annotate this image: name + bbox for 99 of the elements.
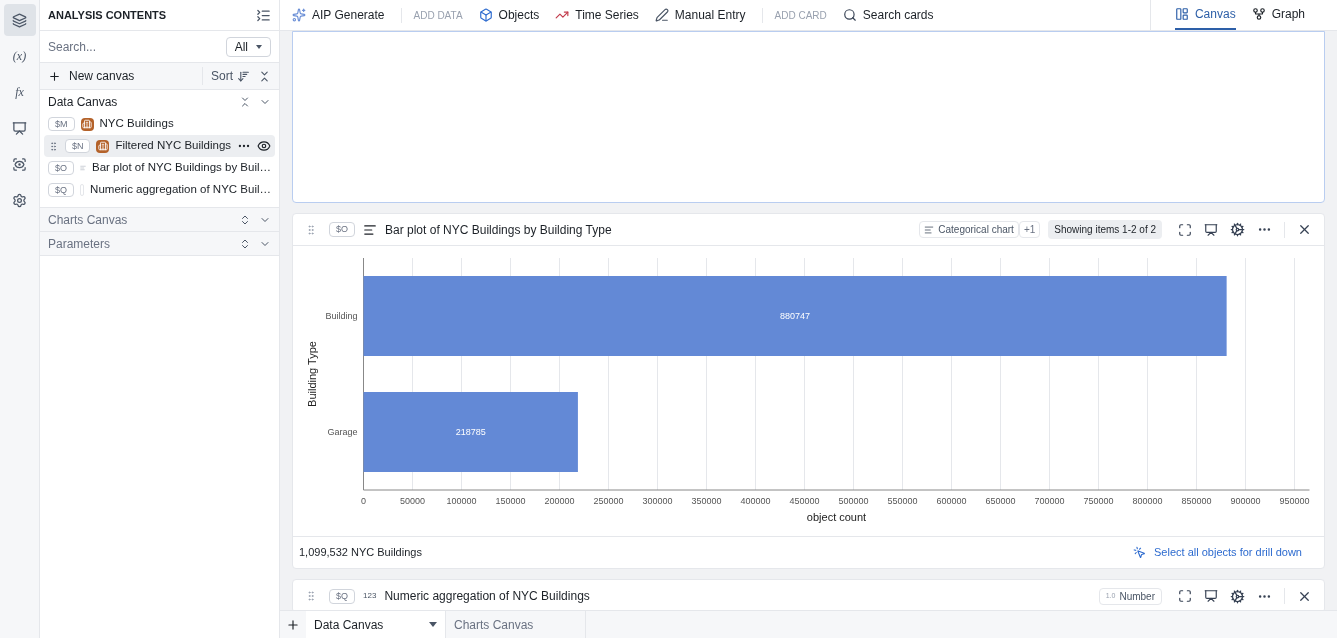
tick-label: 850000 bbox=[1181, 496, 1212, 506]
tick-label: 250000 bbox=[593, 496, 624, 506]
rail-button[interactable]: (x) bbox=[3, 40, 36, 72]
canvas-item[interactable]: $N Filtered NYC Buildings bbox=[44, 135, 275, 157]
cube-icon bbox=[478, 8, 493, 22]
sparkle-icon bbox=[292, 8, 306, 22]
tick-label: 650000 bbox=[985, 496, 1016, 506]
collapse-all-icon[interactable] bbox=[258, 69, 271, 83]
filter-dropdown[interactable]: All bbox=[225, 36, 271, 57]
variable-tag: $N bbox=[64, 139, 91, 153]
expand-icon[interactable] bbox=[239, 213, 251, 226]
search-icon bbox=[842, 8, 857, 22]
plus-icon bbox=[48, 69, 61, 83]
settings-icon bbox=[12, 192, 27, 208]
canvas-tab[interactable]: Data Canvas bbox=[306, 611, 446, 638]
expand-icon[interactable] bbox=[1178, 589, 1192, 603]
tick-label: 550000 bbox=[887, 496, 918, 506]
item-label: Numeric aggregation of NYC Buil… bbox=[90, 182, 271, 198]
new-canvas-button[interactable]: New canvas bbox=[48, 67, 135, 85]
chart-type-badge[interactable]: Categorical chart bbox=[919, 221, 1019, 238]
canvas-item[interactable]: $O Bar plot of NYC Buildings by Buil… bbox=[44, 157, 275, 179]
toolbar-section-label: ADD CARD bbox=[761, 7, 827, 23]
tick-label: 500000 bbox=[838, 496, 869, 506]
tick-label: 600000 bbox=[936, 496, 967, 506]
tick-label: 950000 bbox=[1279, 496, 1310, 506]
layers-icon bbox=[12, 12, 27, 28]
tick-label: 900000 bbox=[1230, 496, 1261, 506]
canvas-item[interactable]: $M NYC Buildings bbox=[44, 113, 275, 135]
tick-label: 300000 bbox=[642, 496, 673, 506]
variable-tag: $Q bbox=[329, 588, 355, 604]
variable-tag: $O bbox=[329, 222, 355, 237]
axis-title: object count bbox=[806, 511, 867, 523]
object-count-text: 1,099,532 NYC Buildings bbox=[299, 545, 422, 561]
settings-icon[interactable] bbox=[1230, 222, 1245, 237]
sort-icon bbox=[237, 69, 250, 83]
item-label: NYC Buildings bbox=[99, 116, 175, 132]
expand-icon[interactable] bbox=[1178, 222, 1192, 237]
pointer-icon bbox=[1133, 546, 1147, 559]
sort-button[interactable]: Sort bbox=[202, 67, 250, 85]
pen-icon bbox=[654, 8, 669, 22]
variable-tag: $O bbox=[48, 161, 74, 175]
settings-icon[interactable] bbox=[1230, 588, 1245, 604]
canvas-tab[interactable]: Charts Canvas bbox=[446, 611, 586, 638]
toolbar-button[interactable]: Time Series bbox=[555, 6, 639, 24]
toolbar-button[interactable]: AIP Generate bbox=[292, 6, 385, 24]
tick-label: 100000 bbox=[446, 496, 477, 506]
tick-label: 700000 bbox=[1034, 496, 1065, 506]
graph-icon bbox=[1251, 7, 1266, 21]
toolbar-button[interactable]: Manual Entry bbox=[654, 6, 746, 24]
collapse-panel-icon[interactable] bbox=[256, 7, 271, 23]
presentation-icon[interactable] bbox=[1204, 589, 1218, 603]
toolbar-button[interactable]: Objects bbox=[478, 6, 540, 24]
item-label: Bar plot of NYC Buildings by Buil… bbox=[92, 160, 271, 176]
layout-icon bbox=[1174, 7, 1189, 21]
panel-title: ANALYSIS CONTENTS bbox=[48, 7, 167, 23]
bar-value-label: 880747 bbox=[780, 311, 811, 321]
variable-tag: $Q bbox=[48, 183, 74, 197]
close-icon[interactable] bbox=[1297, 222, 1312, 237]
tick-label: 800000 bbox=[1132, 496, 1163, 506]
canvas-item[interactable]: $Q Numeric aggregation of NYC Buil… bbox=[44, 179, 275, 201]
layers-button[interactable] bbox=[3, 4, 36, 36]
tick-label: 200000 bbox=[544, 496, 575, 506]
number-icon: 123 bbox=[363, 590, 377, 602]
tick-label: 150000 bbox=[495, 496, 526, 506]
building-icon bbox=[96, 139, 110, 153]
visibility-icon[interactable] bbox=[257, 139, 271, 153]
drag-handle-icon[interactable] bbox=[48, 140, 59, 152]
drag-handle-icon[interactable] bbox=[305, 590, 317, 602]
presentation-icon bbox=[12, 120, 27, 136]
card-title: Numeric aggregation of NYC Buildings bbox=[384, 588, 591, 605]
presentation-icon[interactable] bbox=[1204, 222, 1218, 237]
bar-chart-icon bbox=[363, 222, 377, 237]
building-icon bbox=[80, 117, 94, 131]
drag-handle-icon[interactable] bbox=[305, 223, 317, 236]
section-title[interactable]: Data Canvas bbox=[48, 92, 118, 111]
extra-count-badge[interactable]: +1 bbox=[1018, 221, 1041, 238]
bar-value-label: 218785 bbox=[455, 427, 486, 437]
variable-tag: $M bbox=[48, 117, 75, 131]
expand-icon[interactable] bbox=[239, 237, 251, 250]
tick-label: 750000 bbox=[1083, 496, 1114, 506]
toolbar-section-label: ADD DATA bbox=[400, 7, 463, 23]
toolbar-button[interactable]: Search cards bbox=[842, 6, 934, 24]
focus-icon bbox=[12, 156, 27, 172]
showing-items-badge: Showing items 1-2 of 2 bbox=[1048, 220, 1162, 239]
tick-label: 400000 bbox=[740, 496, 771, 506]
plus-icon bbox=[286, 617, 300, 632]
item-label: Filtered NYC Buildings bbox=[115, 138, 232, 154]
drill-down-link[interactable]: Select all objects for drill down bbox=[1133, 544, 1318, 561]
view-tab[interactable]: Graph bbox=[1251, 0, 1305, 30]
category-label: Garage bbox=[327, 427, 358, 437]
rail-button[interactable]: fx bbox=[3, 76, 36, 108]
search-field[interactable]: Search... bbox=[48, 37, 198, 56]
tick-label: 0 bbox=[361, 496, 366, 506]
tick-label: 350000 bbox=[691, 496, 722, 506]
category-label: Building bbox=[325, 311, 358, 321]
card-title: Bar plot of NYC Buildings by Building Type bbox=[385, 221, 613, 239]
tick-label: 450000 bbox=[789, 496, 820, 506]
tick-label: 50000 bbox=[400, 496, 425, 506]
axis-title: Building Type bbox=[305, 341, 318, 407]
